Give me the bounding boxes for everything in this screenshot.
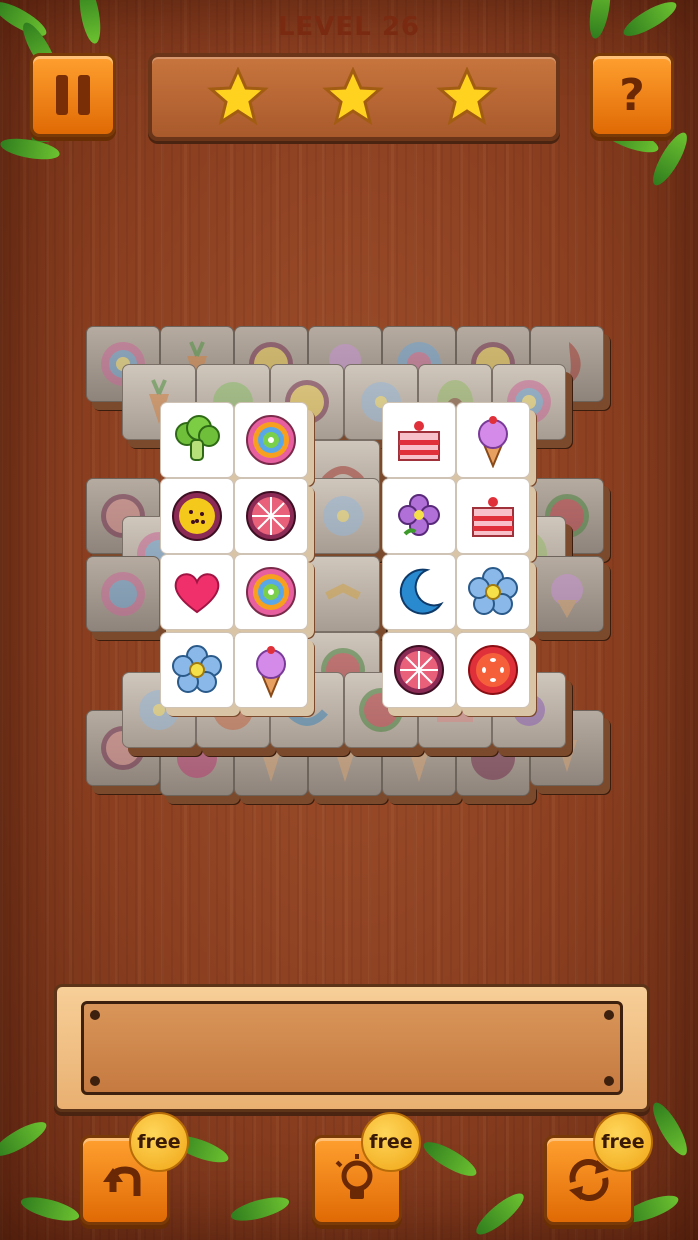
moon-icon bbox=[399, 568, 444, 615]
blue-flower-icon bbox=[468, 567, 518, 615]
tray-slots bbox=[81, 1001, 623, 1095]
pause-icon bbox=[56, 75, 90, 115]
level-title: LEVEL 26 bbox=[277, 12, 420, 42]
nail bbox=[90, 1076, 100, 1086]
tile bbox=[530, 556, 604, 632]
pause-button[interactable] bbox=[30, 53, 116, 137]
broccoli-icon bbox=[175, 415, 220, 461]
tile-swirl-candy[interactable] bbox=[234, 554, 308, 630]
question-icon: ? bbox=[619, 69, 645, 121]
grapefruit-icon bbox=[246, 491, 296, 541]
star-icon bbox=[207, 67, 269, 125]
swirl-candy-icon bbox=[246, 415, 296, 465]
tile-cake-slice[interactable] bbox=[382, 402, 456, 478]
undo-free-badge: free bbox=[129, 1112, 189, 1172]
shuffle-free-badge: free bbox=[593, 1112, 653, 1172]
tile-heart[interactable] bbox=[160, 554, 234, 630]
undo-button[interactable]: free bbox=[80, 1112, 189, 1225]
nail bbox=[604, 1010, 614, 1020]
tile-moon[interactable] bbox=[382, 554, 456, 630]
tile-blue-flower[interactable] bbox=[160, 632, 234, 708]
help-button[interactable]: ? bbox=[590, 53, 674, 137]
tile-ice-cream[interactable] bbox=[456, 402, 530, 478]
tile-swirl-candy[interactable] bbox=[234, 402, 308, 478]
nail bbox=[604, 1076, 614, 1086]
hint-button[interactable]: free bbox=[312, 1112, 421, 1225]
tile-ice-cream[interactable] bbox=[234, 632, 308, 708]
tile-broccoli[interactable] bbox=[160, 402, 234, 478]
tile bbox=[306, 478, 380, 554]
passion-fruit-icon bbox=[172, 491, 222, 541]
tile-passion-fruit[interactable] bbox=[160, 478, 234, 554]
tomato-slice-icon bbox=[468, 645, 518, 695]
tile bbox=[306, 556, 380, 632]
tile-grapefruit[interactable] bbox=[382, 632, 456, 708]
tile-grapefruit[interactable] bbox=[234, 478, 308, 554]
tile-purple-flower[interactable] bbox=[382, 478, 456, 554]
nail bbox=[90, 1010, 100, 1020]
tile-collection-tray bbox=[54, 984, 650, 1112]
ice-cream-icon bbox=[478, 416, 508, 468]
swirl-candy-icon bbox=[246, 567, 296, 617]
tile-tomato-slice[interactable] bbox=[456, 632, 530, 708]
ice-cream-icon bbox=[256, 646, 286, 698]
blue-flower-icon bbox=[172, 645, 222, 693]
cake-slice-icon bbox=[472, 497, 514, 537]
cake-slice-icon bbox=[398, 421, 440, 461]
shuffle-button[interactable]: free bbox=[544, 1112, 653, 1225]
star-icon bbox=[436, 67, 498, 125]
tile-cake-slice[interactable] bbox=[456, 478, 530, 554]
star-rating-panel bbox=[148, 53, 560, 141]
grapefruit-icon bbox=[394, 645, 444, 695]
purple-flower-icon bbox=[398, 494, 440, 536]
hint-free-badge: free bbox=[361, 1112, 421, 1172]
heart-icon bbox=[174, 573, 220, 614]
tile bbox=[86, 556, 160, 632]
tile-blue-flower[interactable] bbox=[456, 554, 530, 630]
star-icon bbox=[322, 67, 384, 125]
